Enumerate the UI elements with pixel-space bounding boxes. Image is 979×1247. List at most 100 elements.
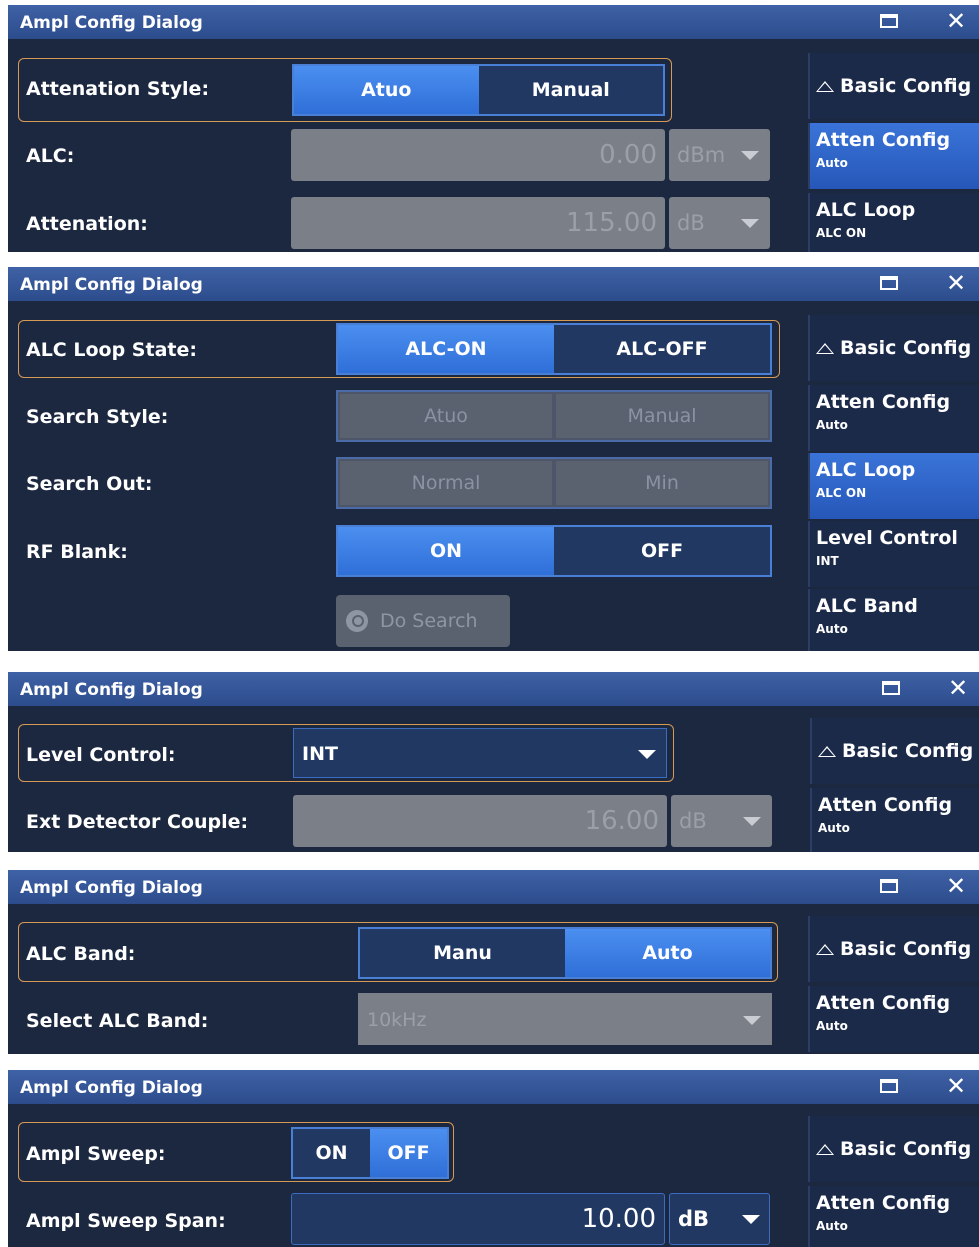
chevron-down-icon (743, 817, 761, 826)
alc-value-field: 0.00 (291, 129, 665, 181)
sidebar-basic-config[interactable]: Basic Config (808, 916, 979, 982)
rf-blank-label: RF Blank: (26, 541, 128, 563)
collapse-icon (816, 944, 834, 955)
option-auto[interactable]: Atuo (294, 66, 479, 114)
collapse-icon (816, 1144, 834, 1155)
sidebar-basic-label: Basic Config (816, 75, 971, 97)
close-icon[interactable]: ✕ (946, 269, 966, 297)
alc-unit-text: dBm (677, 143, 726, 167)
option-search-auto: Atuo (340, 394, 552, 438)
close-icon[interactable]: ✕ (946, 1072, 966, 1100)
option-alc-off[interactable]: ALC-OFF (554, 325, 770, 373)
collapse-icon (816, 81, 834, 92)
search-style-label: Search Style: (26, 406, 169, 428)
sidebar-basic-text: Basic Config (840, 75, 972, 97)
sidebar-atten-config[interactable]: Atten Config Auto (808, 385, 979, 451)
sidebar-atten-sub: Auto (816, 156, 848, 170)
sidebar-basic-config[interactable]: Basic Config (810, 718, 979, 784)
maximize-icon[interactable] (880, 1079, 898, 1093)
sidebar-basic-config[interactable]: Basic Config (808, 1116, 979, 1182)
ampl-sweep-label: Ampl Sweep: (26, 1143, 166, 1165)
option-search-manual: Manual (556, 394, 768, 438)
search-icon (346, 610, 368, 632)
chevron-down-icon (743, 1016, 761, 1025)
attenation-style-label: Attenation Style: (26, 78, 210, 100)
sidebar-alc-loop-sub: ALC ON (816, 486, 867, 500)
search-style-toggle: Atuo Manual (336, 390, 772, 442)
sidebar-atten-config[interactable]: Atten Config Auto (808, 123, 979, 189)
level-control-select[interactable]: INT (293, 728, 667, 778)
option-alc-on[interactable]: ALC-ON (338, 325, 554, 373)
do-search-text: Do Search (380, 610, 478, 632)
sidebar-level-sub: INT (816, 554, 839, 568)
alc-unit-select: dBm (669, 129, 770, 181)
close-icon[interactable]: ✕ (946, 7, 966, 35)
level-control-value: INT (302, 743, 338, 765)
ampl-sweep-toggle[interactable]: ON OFF (291, 1127, 449, 1179)
title-bar: Ampl Config Dialog ✕ (8, 5, 979, 39)
dialog-title: Ampl Config Dialog (20, 1078, 203, 1098)
ext-detector-couple-label: Ext Detector Couple: (26, 811, 249, 833)
sidebar-alc-band[interactable]: ALC Band Auto (808, 589, 979, 651)
sidebar-basic-label: Basic Config (816, 337, 971, 359)
sidebar-level-control[interactable]: Level Control INT (808, 521, 979, 587)
chevron-down-icon (741, 151, 759, 160)
sidebar-level-label: Level Control (816, 527, 958, 549)
maximize-icon[interactable] (880, 879, 898, 893)
option-rf-on[interactable]: ON (338, 527, 554, 575)
sidebar-atten-label: Atten Config (816, 391, 951, 413)
option-manual[interactable]: Manual (479, 66, 664, 114)
option-sweep-off[interactable]: OFF (370, 1129, 447, 1177)
dialog-atten-config: Ampl Config Dialog ✕ Attenation Style: A… (8, 5, 979, 252)
ext-detector-unit-select: dB (671, 795, 772, 847)
sidebar-atten-config[interactable]: Atten Config Auto (808, 986, 979, 1052)
sidebar-atten-config[interactable]: Atten Config Auto (808, 1186, 979, 1247)
sidebar-atten-sub: Auto (816, 418, 848, 432)
dialog-alc-band: Ampl Config Dialog ✕ ALC Band: Manu Auto… (8, 870, 979, 1054)
sidebar-atten-label: Atten Config (816, 1192, 951, 1214)
content-area: Attenation Style: Atuo Manual ALC: 0.00 … (8, 39, 803, 252)
sidebar: Basic Config Atten Config Auto ALC Loop … (808, 39, 979, 252)
ampl-sweep-span-unit[interactable]: dB (669, 1193, 770, 1245)
sidebar-atten-config[interactable]: Atten Config Auto (810, 788, 979, 852)
ampl-sweep-span-input[interactable]: 10.00 (291, 1193, 665, 1245)
sidebar: Basic Config Atten Config Auto (808, 1104, 979, 1247)
close-icon[interactable]: ✕ (948, 674, 968, 702)
select-alc-band-dropdown: 10kHz (358, 993, 772, 1045)
dialog-alc-loop: Ampl Config Dialog ✕ ALC Loop State: ALC… (8, 267, 979, 651)
chevron-down-icon (741, 219, 759, 228)
sidebar-alc-band-sub: Auto (816, 622, 848, 636)
maximize-icon[interactable] (882, 681, 900, 695)
collapse-icon (816, 343, 834, 354)
attenation-style-toggle[interactable]: Atuo Manual (292, 64, 665, 116)
sidebar-alc-loop-label: ALC Loop (816, 459, 916, 481)
rf-blank-toggle[interactable]: ON OFF (336, 525, 772, 577)
sidebar-alc-band-label: ALC Band (816, 595, 918, 617)
option-manu[interactable]: Manu (360, 929, 565, 977)
sidebar: Basic Config Atten Config Auto (810, 706, 979, 852)
sidebar-alc-loop[interactable]: ALC Loop ALC ON (808, 193, 979, 252)
sidebar-basic-label: Basic Config (816, 938, 971, 960)
search-out-toggle: Normal Min (336, 457, 772, 509)
close-icon[interactable]: ✕ (946, 872, 966, 900)
sidebar-basic-config[interactable]: Basic Config (808, 315, 979, 381)
sidebar-alc-loop[interactable]: ALC Loop ALC ON (808, 453, 979, 519)
title-bar: Ampl Config Dialog ✕ (8, 870, 979, 904)
dialog-title: Ampl Config Dialog (20, 680, 203, 700)
option-rf-off[interactable]: OFF (554, 527, 770, 575)
do-search-button: Do Search (336, 595, 510, 647)
maximize-icon[interactable] (880, 276, 898, 290)
sidebar-atten-label: Atten Config (816, 129, 951, 151)
option-sweep-on[interactable]: ON (293, 1129, 370, 1177)
sidebar-basic-label: Basic Config (816, 1138, 971, 1160)
sidebar-basic-text: Basic Config (840, 938, 972, 960)
sidebar-basic-text: Basic Config (842, 740, 974, 762)
option-auto[interactable]: Auto (565, 929, 770, 977)
alc-band-toggle[interactable]: Manu Auto (358, 927, 772, 979)
maximize-icon[interactable] (880, 14, 898, 28)
content-area: ALC Loop State: ALC-ON ALC-OFF Search St… (8, 301, 803, 651)
select-alc-band-label: Select ALC Band: (26, 1010, 209, 1032)
attenation-label: Attenation: (26, 213, 148, 235)
alc-loop-state-toggle[interactable]: ALC-ON ALC-OFF (336, 323, 772, 375)
sidebar-basic-config[interactable]: Basic Config (808, 53, 979, 119)
